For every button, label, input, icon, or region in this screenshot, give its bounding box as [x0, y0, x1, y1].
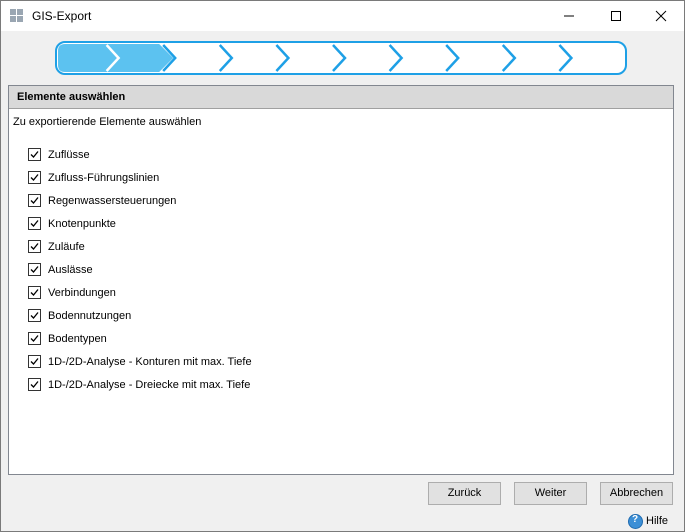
cancel-button[interactable]: Abbrechen — [600, 482, 673, 505]
checkbox[interactable] — [28, 286, 41, 299]
checkbox-label: Zuflüsse — [48, 149, 90, 161]
checkmark-icon — [30, 151, 39, 158]
checkbox-label: Zufluss-Führungslinien — [48, 172, 160, 184]
close-icon — [655, 10, 667, 22]
section-title: Elemente auswählen — [17, 91, 126, 103]
checkmark-icon — [30, 312, 39, 319]
title-bar: GIS-Export — [1, 1, 684, 31]
checkmark-icon — [30, 220, 39, 227]
checkbox-label: Bodennutzungen — [48, 310, 132, 322]
checkbox[interactable] — [28, 148, 41, 161]
checkmark-icon — [30, 335, 39, 342]
minimize-button[interactable] — [546, 1, 592, 31]
window-title: GIS-Export — [32, 9, 92, 23]
panel-header: Elemente auswählen — [9, 86, 673, 109]
checkbox-label: 1D-/2D-Analyse - Dreiecke mit max. Tiefe — [48, 379, 251, 391]
checkbox[interactable] — [28, 332, 41, 345]
checkbox-label: Bodentypen — [48, 333, 107, 345]
checkbox[interactable] — [28, 240, 41, 253]
checkmark-icon — [30, 358, 39, 365]
checkbox-label: Zuläufe — [48, 241, 85, 253]
checkmark-icon — [30, 197, 39, 204]
help-icon: ? — [628, 514, 643, 529]
checkmark-icon — [30, 289, 39, 296]
checkbox[interactable] — [28, 194, 41, 207]
back-button[interactable]: Zurück — [428, 482, 501, 505]
section-subtitle: Zu exportierende Elemente auswählen — [13, 116, 202, 128]
checkbox[interactable] — [28, 171, 41, 184]
checkmark-icon — [30, 381, 39, 388]
minimize-icon — [564, 15, 574, 17]
checkbox[interactable] — [28, 378, 41, 391]
wizard-progress-fill — [58, 44, 174, 72]
checkbox[interactable] — [28, 309, 41, 322]
checkbox[interactable] — [28, 263, 41, 276]
checkbox-label: Auslässe — [48, 264, 93, 276]
close-button[interactable] — [638, 1, 684, 31]
help-label: Hilfe — [646, 515, 669, 527]
checkbox[interactable] — [28, 217, 41, 230]
next-button[interactable]: Weiter — [514, 482, 587, 505]
checkbox-label: 1D-/2D-Analyse - Konturen mit max. Tiefe — [48, 356, 252, 368]
elements-panel: Elemente auswählen Zu exportierende Elem… — [8, 85, 674, 475]
checkmark-icon — [30, 174, 39, 181]
checkmark-icon — [30, 243, 39, 250]
checkmark-icon — [30, 266, 39, 273]
wizard-progress — [55, 41, 627, 75]
gis-export-window: GIS-Export Elemente auswählen Zu exporti… — [0, 0, 685, 532]
grid-app-icon — [10, 9, 24, 23]
checkbox-label: Verbindungen — [48, 287, 116, 299]
maximize-icon — [611, 11, 621, 21]
checkbox-label: Regenwassersteuerungen — [48, 195, 177, 207]
checkbox-label: Knotenpunkte — [48, 218, 116, 230]
maximize-button[interactable] — [593, 1, 639, 31]
checkbox[interactable] — [28, 355, 41, 368]
